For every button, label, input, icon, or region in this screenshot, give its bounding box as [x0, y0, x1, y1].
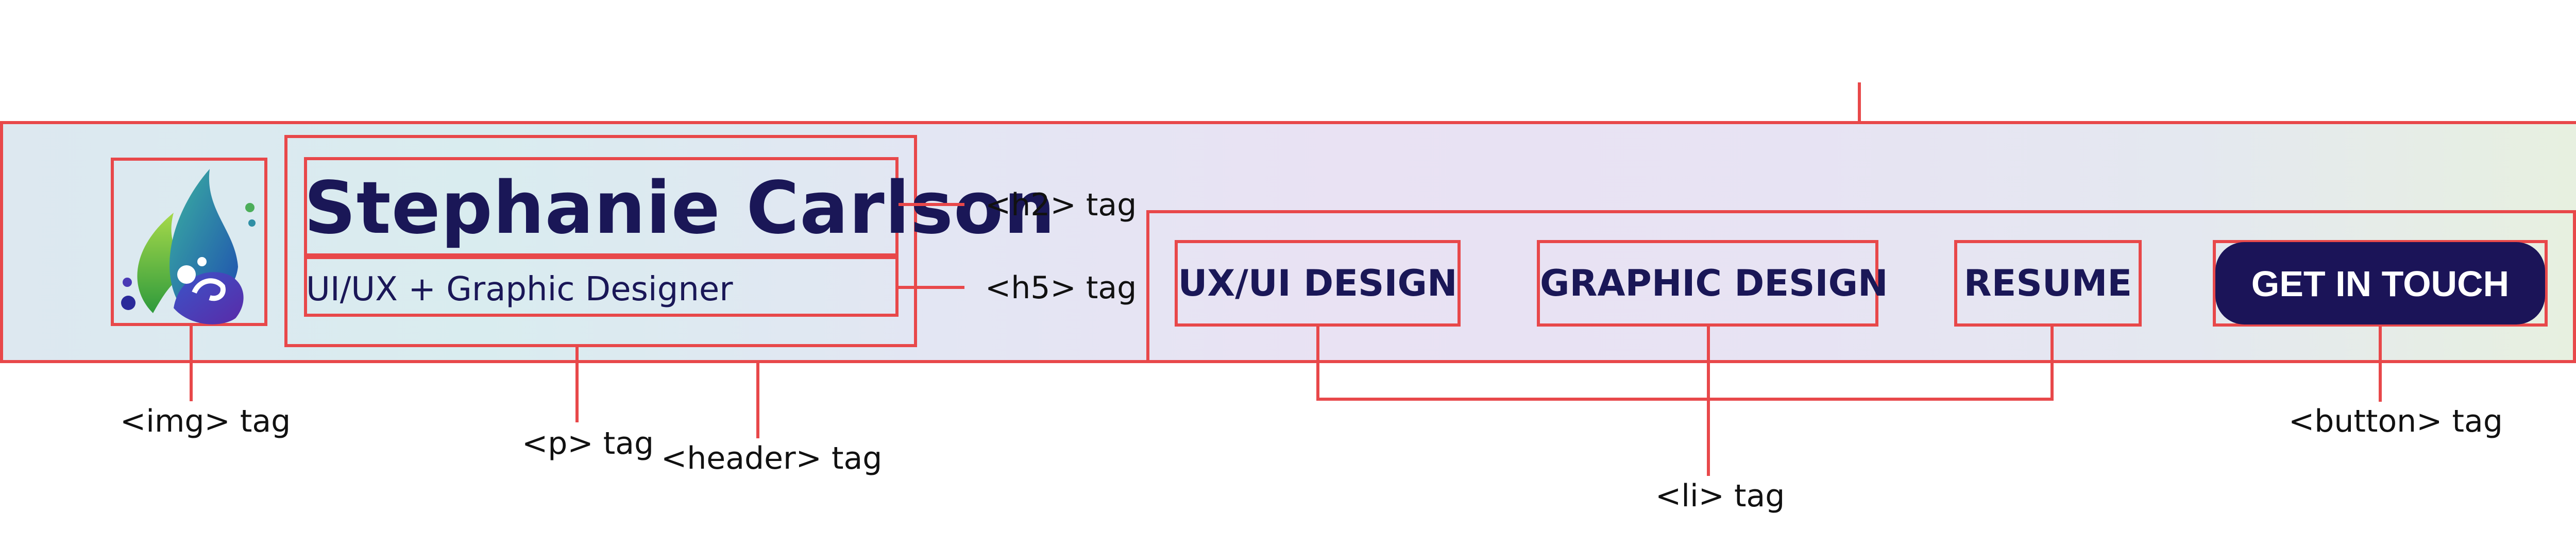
button-leader-line — [2379, 327, 2382, 402]
img-tag-label: <img> tag — [120, 403, 291, 439]
header-leader-line — [756, 363, 759, 438]
nav-item-ux-ui-design[interactable]: UX/UI DESIGN — [1175, 240, 1461, 327]
li-bracket-right — [2050, 327, 2054, 401]
logo-image-box — [111, 158, 267, 326]
h5-tag-label: <h5> tag — [985, 270, 1137, 306]
h2-leader-line — [899, 203, 964, 206]
designer-role: UI/UX + Graphic Designer — [306, 270, 733, 309]
nav-item-resume[interactable]: RESUME — [1954, 240, 2142, 327]
h2-tag-label: <h2> tag — [985, 187, 1137, 223]
get-in-touch-button[interactable]: GET IN TOUCH — [2215, 242, 2545, 324]
button-tag-label: <button> tag — [2289, 403, 2503, 439]
h5-leader-line — [899, 286, 964, 289]
nav-item-label: GRAPHIC DESIGN — [1540, 262, 1888, 304]
header-tag-label: <header> tag — [661, 440, 883, 476]
nav-item-label: RESUME — [1963, 262, 2132, 304]
p-leader-line — [575, 347, 579, 422]
li-leader-line — [1707, 327, 1710, 476]
li-tag-label: <li> tag — [1655, 478, 1785, 514]
li-bracket-bottom — [1316, 398, 2054, 401]
li-bracket-left — [1316, 327, 1319, 401]
nav-item-label: UX/UI DESIGN — [1178, 262, 1458, 304]
designer-name: Stephanie Carlson — [304, 166, 1056, 250]
img-leader-line — [190, 326, 193, 401]
leaf-wave-logo-icon — [121, 169, 256, 324]
p-tag-label: <p> tag — [522, 425, 654, 461]
nav-item-graphic-design[interactable]: GRAPHIC DESIGN — [1537, 240, 1888, 327]
